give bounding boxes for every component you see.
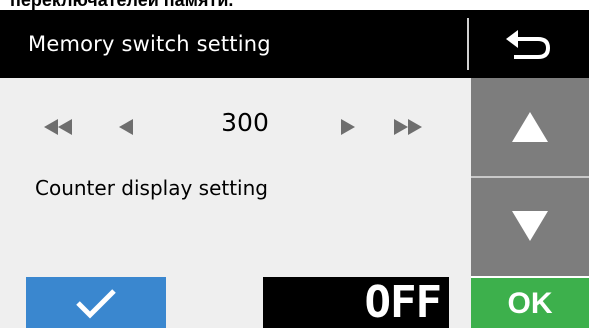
- memory-switch-screen: Memory switch setting 300 Counter displa…: [0, 10, 589, 328]
- step-back-icon: [119, 119, 133, 135]
- fast-forward-icon: [394, 119, 422, 135]
- step-forward-icon: [341, 119, 355, 135]
- setting-description: Counter display setting: [35, 176, 268, 200]
- down-button[interactable]: [471, 178, 589, 276]
- confirm-check-button[interactable]: [26, 277, 166, 328]
- ok-button[interactable]: OK: [471, 278, 589, 328]
- header-divider: [467, 18, 469, 70]
- down-triangle-icon: [512, 211, 548, 241]
- checkmark-icon: [76, 289, 116, 319]
- fast-rewind-button[interactable]: [42, 114, 76, 140]
- up-button[interactable]: [471, 78, 589, 176]
- fast-forward-button[interactable]: [392, 114, 426, 140]
- setting-value: 300: [221, 108, 269, 137]
- page-caption: переключателей памяти.: [10, 0, 234, 10]
- step-forward-button[interactable]: [338, 114, 358, 140]
- fast-rewind-icon: [44, 119, 72, 135]
- step-back-button[interactable]: [116, 114, 136, 140]
- return-arrow-icon: [506, 30, 551, 59]
- side-controls: OK: [471, 78, 589, 328]
- state-display: OFF: [263, 277, 449, 328]
- page-title: Memory switch setting: [28, 32, 271, 56]
- header-bar: Memory switch setting: [0, 10, 589, 78]
- back-button[interactable]: [470, 10, 589, 78]
- setting-panel: 300 Counter display setting OFF: [0, 78, 471, 328]
- up-triangle-icon: [512, 112, 548, 142]
